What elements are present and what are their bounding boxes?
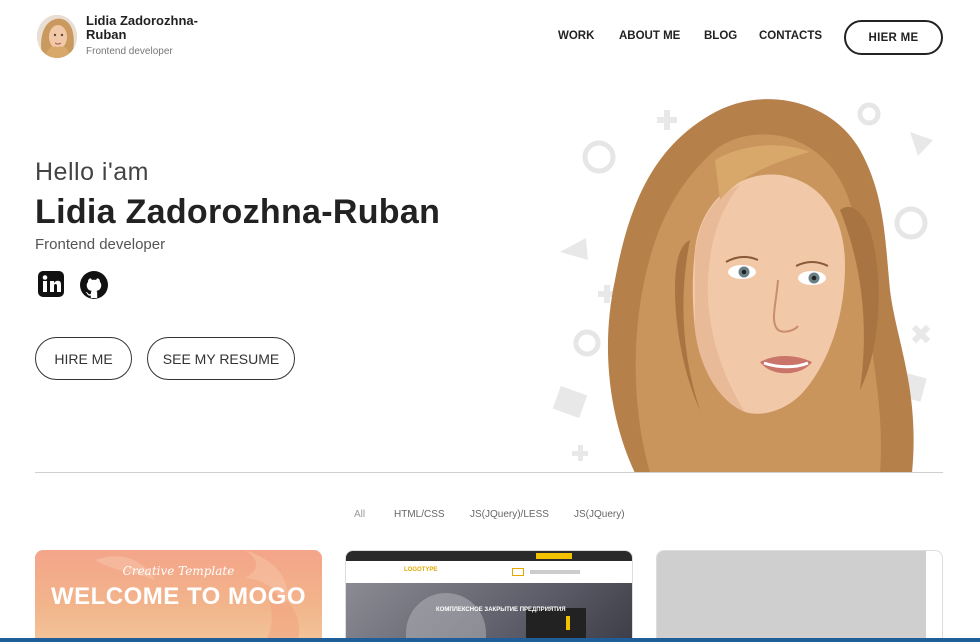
filter-jquery-less[interactable]: JS(JQuery)/LESS — [470, 509, 549, 520]
card-title: WELCOME TO MOGO — [50, 583, 307, 610]
avatar-photo — [37, 15, 77, 58]
card-nav: LOGOTYPE — [346, 561, 632, 583]
card-kicker: Creative Template — [122, 564, 235, 578]
hero-name: Lidia Zadorozhna-Ruban — [35, 193, 441, 231]
taskbar-strip — [0, 638, 980, 642]
avatar[interactable] — [37, 15, 77, 58]
nav-about-me[interactable]: ABOUT ME — [619, 30, 680, 42]
section-divider — [35, 472, 943, 473]
hire-me-button[interactable]: HIRE ME — [35, 337, 132, 380]
brand-name: Lidia Zadorozhna-Ruban — [86, 13, 198, 42]
site-header: Lidia Zadorozhna-Ruban Frontend develope… — [0, 0, 980, 75]
github-icon[interactable] — [78, 270, 108, 300]
card-banner: КОМПЛЕКСНОЕ ЗАКРЫТИЕ ПРЕДПРИЯТИЯ — [436, 607, 566, 613]
nav-work[interactable]: WORK — [558, 30, 594, 42]
card-topbar — [346, 551, 632, 561]
filter-all[interactable]: All — [354, 509, 365, 520]
see-resume-button[interactable]: SEE MY RESUME — [147, 337, 295, 380]
nav-contacts[interactable]: CONTACTS — [759, 30, 822, 42]
hero-greeting: Hello i'am — [35, 158, 149, 186]
brand-subtitle: Frontend developer — [86, 46, 173, 57]
filter-html-css[interactable]: HTML/CSS — [394, 509, 445, 520]
filter-jquery[interactable]: JS(JQuery) — [574, 509, 625, 520]
header-hire-button[interactable]: HIER ME — [844, 20, 943, 55]
nav-blog[interactable]: BLOG — [704, 30, 737, 42]
project-card-placeholder[interactable] — [656, 550, 943, 642]
card-hero-image: КОМПЛЕКСНОЕ ЗАКРЫТИЕ ПРЕДПРИЯТИЯ — [346, 583, 632, 641]
card-logo: LOGOTYPE — [404, 567, 438, 573]
hero-portrait — [540, 90, 980, 473]
hero-role: Frontend developer — [35, 236, 166, 253]
project-card-business[interactable]: LOGOTYPE КОМПЛЕКСНОЕ ЗАКРЫТИЕ ПРЕДПРИЯТИ… — [345, 550, 633, 642]
linkedin-icon[interactable] — [37, 270, 67, 300]
project-card-mogo[interactable]: Creative Template WELCOME TO MOGO — [35, 550, 322, 642]
